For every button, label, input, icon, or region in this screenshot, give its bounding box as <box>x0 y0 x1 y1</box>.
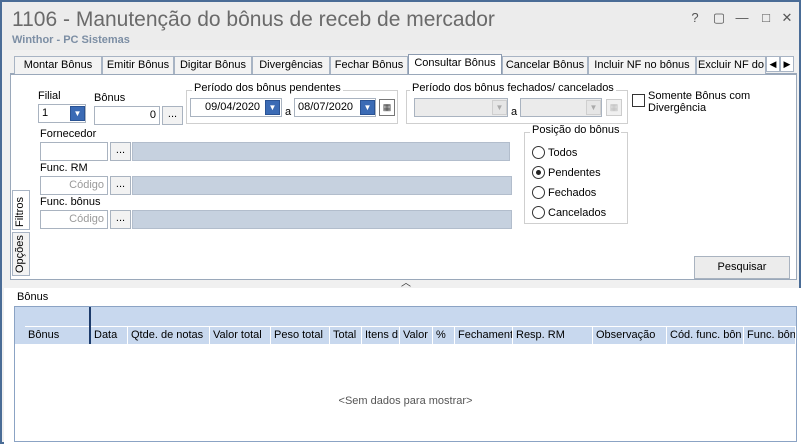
col-resp-rm[interactable]: Resp. RM <box>513 326 593 344</box>
col-observacao[interactable]: Observação <box>593 326 667 344</box>
func-rm-name-field <box>132 176 512 195</box>
tab-excluir-nf[interactable]: Excluir NF do <box>696 56 766 74</box>
pending-from-dropdown-icon[interactable]: ▼ <box>265 100 280 115</box>
func-rm-label: Func. RM <box>40 162 88 174</box>
calendar-icon[interactable]: ▦ <box>379 99 395 116</box>
func-bonus-label: Func. bônus <box>40 196 101 208</box>
tab-montar-bonus[interactable]: Montar Bônus <box>14 56 102 74</box>
col-bonus[interactable]: Bônus <box>25 326 90 344</box>
minimize-icon[interactable]: — <box>733 10 751 25</box>
tab-emitir-bonus[interactable]: Emitir Bônus <box>102 56 174 74</box>
results-area: Bônus Bônus Data Qtde. de notas Valor to… <box>4 288 801 444</box>
col-percent[interactable]: % <box>433 326 455 344</box>
grid-caption: Bônus <box>17 291 49 303</box>
side-tab-filtros[interactable]: Filtros <box>12 190 30 230</box>
tab-fechar-bonus[interactable]: Fechar Bônus <box>330 56 408 74</box>
func-bonus-name-field <box>132 210 512 229</box>
bonus-search-button[interactable]: ... <box>162 106 183 125</box>
position-title: Posição do bônus <box>530 124 622 136</box>
closed-range-separator: a <box>511 106 518 118</box>
radio-cancelados-label: Cancelados <box>548 207 607 219</box>
tab-divergencias[interactable]: Divergências <box>252 56 330 74</box>
col-func-bonus[interactable]: Func. bôn <box>744 326 796 344</box>
func-rm-search-button[interactable]: ... <box>110 176 131 195</box>
func-bonus-code-input[interactable]: Código <box>40 210 108 229</box>
col-valor-total[interactable]: Valor total <box>210 326 271 344</box>
tab-digitar-bonus[interactable]: Digitar Bônus <box>174 56 252 74</box>
pending-period-label: Período dos bônus pendentes <box>192 82 343 94</box>
radio-cancelados[interactable] <box>532 206 545 219</box>
tab-consultar-bonus[interactable]: Consultar Bônus <box>408 54 502 75</box>
grid-header: Bônus Data Qtde. de notas Valor total Pe… <box>15 307 796 344</box>
side-tab-opcoes-label: Opções <box>14 235 26 273</box>
col-qtde-notas[interactable]: Qtde. de notas <box>128 326 210 344</box>
maximize-icon[interactable]: □ <box>757 10 775 25</box>
func-rm-code-input[interactable]: Código <box>40 176 108 195</box>
tab-incluir-nf[interactable]: Incluir NF no bônus <box>588 56 696 74</box>
bonus-label: Bônus <box>94 92 126 104</box>
close-icon[interactable]: ✕ <box>778 10 796 26</box>
closed-from-dropdown-icon[interactable]: ▼ <box>492 100 507 115</box>
title-bar: 1106 - Manutenção do bônus de receb de m… <box>2 2 799 50</box>
supplier-code-input[interactable] <box>40 142 108 161</box>
radio-pendentes[interactable] <box>532 166 545 179</box>
search-button[interactable]: Pesquisar <box>694 256 790 279</box>
radio-todos-label: Todos <box>548 147 578 159</box>
only-divergence-checkbox[interactable] <box>632 94 645 107</box>
radio-fechados[interactable] <box>532 186 545 199</box>
radio-pendentes-label: Pendentes <box>548 167 601 179</box>
closed-to-dropdown-icon[interactable]: ▼ <box>586 100 601 115</box>
col-itens[interactable]: Itens d <box>362 326 400 344</box>
func-bonus-search-button[interactable]: ... <box>110 210 131 229</box>
closed-period-label: Período dos bônus fechados/ cancelados <box>410 82 616 94</box>
tab-scroll-left-icon[interactable]: ◀ <box>766 56 780 72</box>
supplier-label: Fornecedor <box>40 128 97 140</box>
only-divergence-label-2: Divergência <box>648 102 707 114</box>
col-data[interactable]: Data <box>91 326 128 344</box>
grid-group-divider <box>89 307 91 344</box>
empty-grid-message: <Sem dados para mostrar> <box>338 395 473 407</box>
app-window: 1106 - Manutenção do bônus de receb de m… <box>0 0 801 444</box>
supplier-name-field <box>132 142 510 161</box>
window-subtitle: Winthor - PC Sistemas <box>12 34 130 46</box>
tab-scroll-right-icon[interactable]: ▶ <box>780 56 794 72</box>
tab-strip: Montar Bônus Emitir Bônus Digitar Bônus … <box>10 54 797 75</box>
col-total[interactable]: Total <box>330 326 362 344</box>
restore-icon[interactable]: ▢ <box>710 10 728 26</box>
only-divergence-label-1: Somente Bônus com <box>648 90 751 102</box>
col-peso-total[interactable]: Peso total <box>271 326 330 344</box>
col-valor[interactable]: Valor <box>400 326 433 344</box>
col-fechamento[interactable]: Fechament <box>455 326 513 344</box>
side-tab-filtros-label: Filtros <box>14 197 26 227</box>
tab-cancelar-bonus[interactable]: Cancelar Bônus <box>502 56 588 74</box>
help-icon[interactable]: ? <box>686 10 704 25</box>
pending-to-dropdown-icon[interactable]: ▼ <box>360 100 375 115</box>
results-grid[interactable]: Bônus Data Qtde. de notas Valor total Pe… <box>14 306 797 442</box>
pending-range-separator: a <box>285 106 292 118</box>
filial-label: Filial <box>38 90 61 102</box>
calendar-disabled-icon[interactable]: ▦ <box>606 99 622 116</box>
filial-dropdown-icon[interactable]: ▼ <box>70 106 85 121</box>
window-title: 1106 - Manutenção do bônus de receb de m… <box>12 8 495 31</box>
side-tab-opcoes[interactable]: Opções <box>12 232 30 276</box>
bonus-input[interactable]: 0 <box>94 106 160 125</box>
supplier-search-button[interactable]: ... <box>110 142 131 161</box>
radio-fechados-label: Fechados <box>548 187 597 199</box>
radio-todos[interactable] <box>532 146 545 159</box>
col-cod-func-bonus[interactable]: Cód. func. bôn <box>667 326 744 344</box>
